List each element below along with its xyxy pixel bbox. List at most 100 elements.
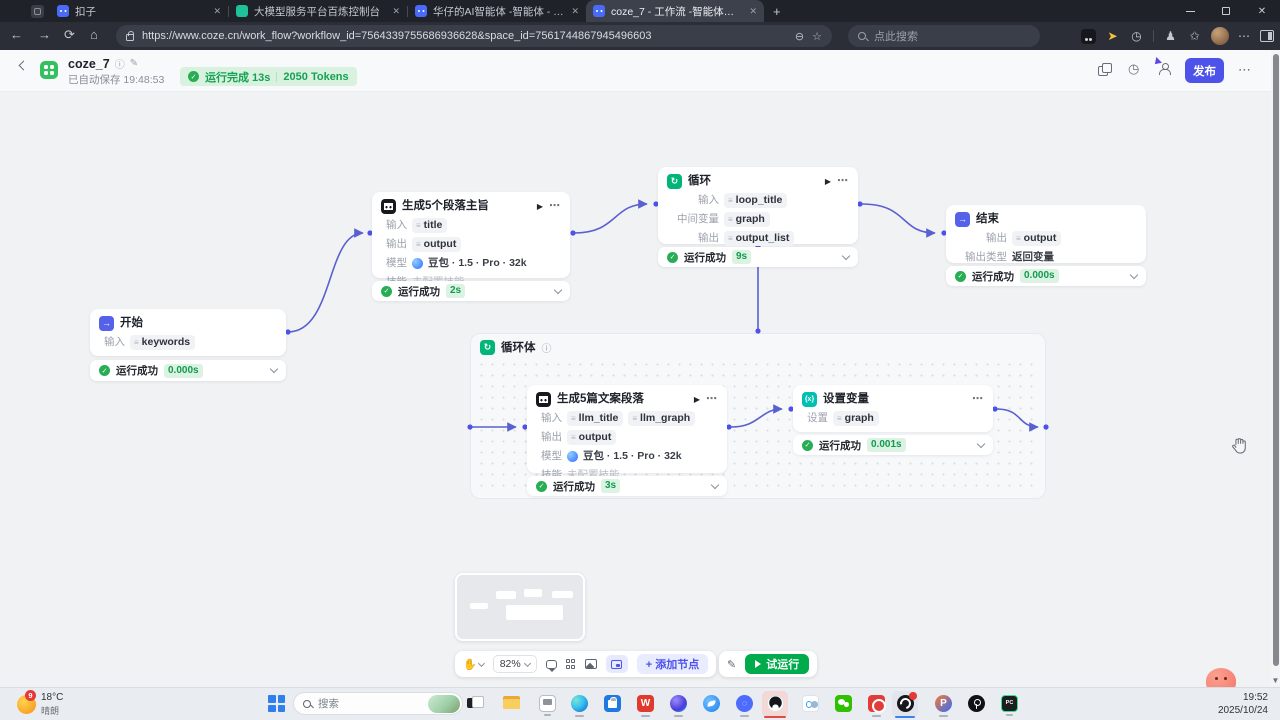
variable-tag[interactable]: llm_graph xyxy=(628,411,695,426)
chevron-down-icon[interactable] xyxy=(270,365,278,373)
app-icon[interactable]: P xyxy=(935,695,952,712)
tab-close-icon[interactable]: ✕ xyxy=(213,6,221,17)
taskbar-search-box[interactable]: 搜索 xyxy=(293,692,463,715)
obs-active-slot[interactable] xyxy=(892,691,918,717)
tab-close-icon[interactable]: ✕ xyxy=(571,6,579,17)
node-more-icon[interactable]: ⋯ xyxy=(837,174,849,189)
browser-avatar[interactable] xyxy=(1211,27,1229,45)
variable-tag[interactable]: output xyxy=(412,237,461,252)
profile-extension-icon[interactable]: ♟ xyxy=(1163,29,1178,44)
variable-tag[interactable]: graph xyxy=(724,212,770,227)
minimap[interactable] xyxy=(455,573,585,641)
chevron-down-icon[interactable] xyxy=(1130,270,1138,278)
run-complete-badge[interactable]: ✓ 运行完成 13s 2050 Tokens xyxy=(180,67,357,86)
minimize-button[interactable] xyxy=(1172,0,1208,22)
new-tab-button[interactable]: + xyxy=(773,4,781,19)
tab-search-icon[interactable] xyxy=(31,5,44,18)
variable-tag[interactable]: output_list xyxy=(724,231,794,246)
chevron-down-icon[interactable] xyxy=(842,251,850,259)
node-set-variable[interactable]: {x} 设置变量 ⋯ 设置 graph xyxy=(793,385,993,432)
url-text[interactable]: https://www.coze.cn/work_flow?workflow_i… xyxy=(142,30,787,42)
url-bar[interactable]: https://www.coze.cn/work_flow?workflow_i… xyxy=(116,25,832,47)
tab-kouzi[interactable]: 扣子 ✕ xyxy=(50,0,228,22)
zoom-select[interactable]: 82% xyxy=(493,655,537,673)
node-status-bar[interactable]: ✓ 运行成功 0.000s xyxy=(946,266,1146,286)
image-icon[interactable] xyxy=(585,659,597,669)
node-loop[interactable]: ↻ 循环 ▶ ⋯ 输入 loop_title 中间变量 graph 输出 out… xyxy=(658,167,858,244)
close-button[interactable]: ✕ xyxy=(1244,0,1280,22)
qq-active-slot[interactable] xyxy=(762,691,788,717)
wps-office-icon[interactable]: W xyxy=(637,695,654,712)
node-run-icon[interactable]: ▶ xyxy=(694,392,700,407)
node-status-bar[interactable]: ✓ 运行成功 0.001s xyxy=(793,435,993,455)
variable-tag[interactable]: graph xyxy=(833,411,879,426)
node-status-bar[interactable]: ✓ 运行成功 0.000s xyxy=(90,360,286,381)
browser-menu-icon[interactable]: ⋯ xyxy=(1238,29,1251,43)
node-gen-outline[interactable]: 生成5个段落主旨 ▶ ⋯ 输入 title 输出 output 模型 豆包 · … xyxy=(372,192,570,278)
tab-close-icon[interactable]: ✕ xyxy=(392,6,400,17)
remote-desktop-icon[interactable] xyxy=(539,695,556,712)
publish-button[interactable]: 发布 xyxy=(1185,58,1224,83)
ms-store-icon[interactable] xyxy=(604,695,621,712)
chevron-down-icon[interactable] xyxy=(554,285,562,293)
node-more-icon[interactable]: ⋯ xyxy=(549,199,561,214)
temperature-label[interactable]: 18°C xyxy=(41,692,63,703)
zoom-page-icon[interactable]: ⊖ xyxy=(795,30,804,43)
variable-tag[interactable]: llm_title xyxy=(567,411,623,426)
lock-icon[interactable] xyxy=(126,34,134,41)
wechat-icon[interactable] xyxy=(835,695,852,712)
favorites-extension-icon[interactable]: ✩ xyxy=(1187,29,1202,44)
variable-tag[interactable]: keywords xyxy=(130,335,195,350)
quark-browser-icon[interactable] xyxy=(670,695,687,712)
minimap-toggle-button[interactable] xyxy=(606,655,628,673)
history-extension-icon[interactable]: ◷ xyxy=(1129,29,1144,44)
variable-tag[interactable]: output xyxy=(567,430,616,445)
obs-icon[interactable] xyxy=(897,695,914,712)
edge-browser-icon[interactable] xyxy=(571,695,588,712)
node-end[interactable]: → 结束 输出 output 输出类型 返回变量 xyxy=(946,205,1146,263)
node-more-icon[interactable]: ⋯ xyxy=(972,392,984,407)
task-view-button[interactable] xyxy=(467,696,483,710)
node-start[interactable]: → 开始 输入 keywords xyxy=(90,309,286,356)
scrollbar-thumb[interactable] xyxy=(1273,54,1279,666)
restore-button[interactable] xyxy=(1208,0,1244,22)
app-icon[interactable] xyxy=(968,695,985,712)
app-icon[interactable]: ◌ xyxy=(736,695,753,712)
chevron-down-icon[interactable] xyxy=(977,439,985,447)
taskbar-clock[interactable]: 19:52 2025/10/24 xyxy=(1218,692,1268,717)
node-run-icon[interactable]: ▶ xyxy=(825,174,831,189)
edit-icon[interactable]: ✎ xyxy=(130,58,138,69)
home-icon[interactable]: ⌂ xyxy=(90,28,98,41)
pointer-extension-icon[interactable]: ➤ xyxy=(1105,29,1120,44)
sidebar-panel-icon[interactable] xyxy=(1260,30,1274,42)
back-icon[interactable]: ← xyxy=(10,28,23,41)
node-status-bar[interactable]: ✓ 运行成功 2s xyxy=(372,281,570,301)
tab-bailian[interactable]: 大模型服务平台百炼控制台 ✕ xyxy=(229,0,407,22)
components-icon[interactable] xyxy=(566,659,576,669)
search-highlight-image[interactable] xyxy=(428,695,460,713)
app-icon[interactable] xyxy=(802,695,819,712)
app-icon[interactable] xyxy=(703,695,720,712)
tab-agent[interactable]: 华仔的AI智能体 -智能体 - 扣子 ✕ xyxy=(408,0,586,22)
node-run-icon[interactable]: ▶ xyxy=(537,199,543,214)
file-explorer-icon[interactable] xyxy=(503,696,520,710)
start-button[interactable] xyxy=(268,695,285,712)
hand-tool-icon[interactable]: ✋ xyxy=(463,658,484,671)
comment-icon[interactable] xyxy=(546,660,557,669)
pycharm-icon[interactable]: PC xyxy=(1001,695,1018,712)
variable-tag[interactable]: title xyxy=(412,218,447,233)
page-scrollbar[interactable]: ▼ xyxy=(1271,50,1280,687)
reload-icon[interactable]: ⟳ xyxy=(64,28,75,41)
node-more-icon[interactable]: ⋯ xyxy=(706,392,718,407)
info-icon[interactable]: ⓘ xyxy=(115,56,125,71)
edit-tool-icon[interactable]: ✎ xyxy=(727,658,736,671)
qq-icon[interactable] xyxy=(767,695,784,712)
app-icon[interactable] xyxy=(868,695,885,712)
variable-tag[interactable]: loop_title xyxy=(724,193,787,208)
node-gen-paragraph[interactable]: 生成5篇文案段落 ▶ ⋯ 输入 llm_title llm_graph 输出 o… xyxy=(527,385,727,473)
extension-icon[interactable] xyxy=(1081,29,1096,44)
test-run-button[interactable]: 试运行 xyxy=(745,654,809,674)
scroll-down-icon[interactable]: ▼ xyxy=(1271,676,1280,685)
tab-workflow-active[interactable]: coze_7 - 工作流 -智能体平台 ✕ xyxy=(586,0,764,22)
forward-icon[interactable]: → xyxy=(38,28,51,41)
